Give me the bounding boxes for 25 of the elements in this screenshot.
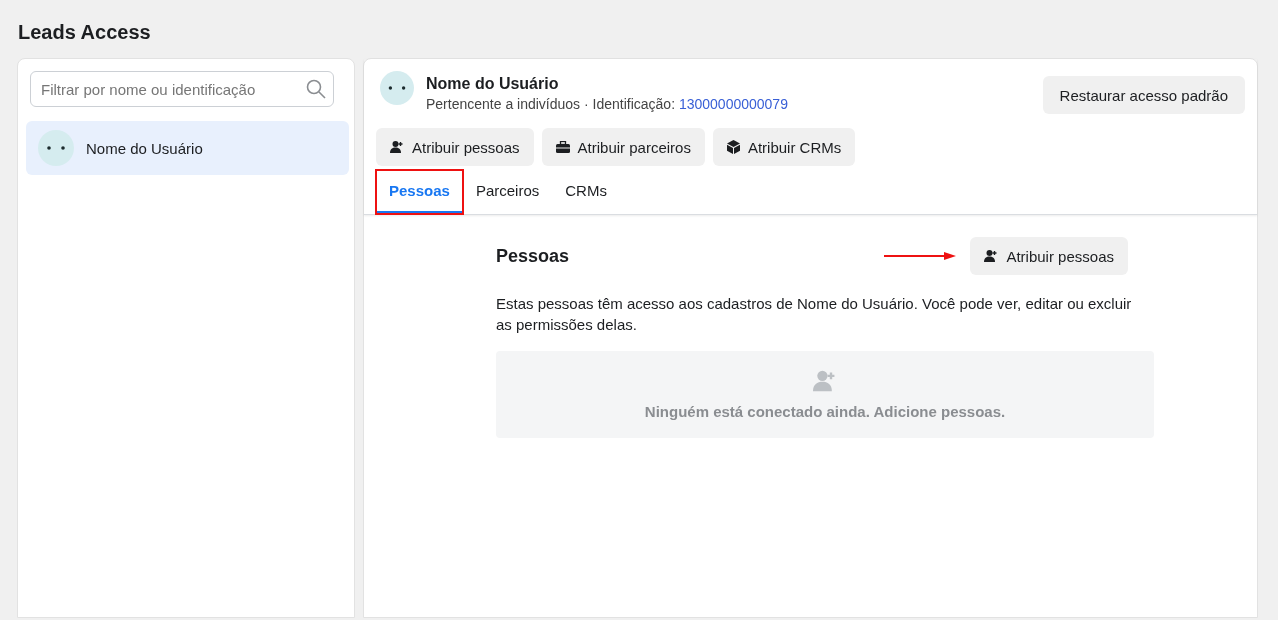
user-subtitle: Pertencente a indivíduos · Identificação: <box>426 96 676 112</box>
assign-button[interactable]: Atribuir parceiros <box>541 128 705 166</box>
cube-icon <box>726 140 740 154</box>
tab[interactable]: CRMs <box>552 170 620 214</box>
person-add-icon <box>813 369 837 393</box>
assign-people-button[interactable]: Atribuir pessoas <box>970 237 1128 275</box>
sidebar-item[interactable]: Nome do Usuário <box>26 121 349 175</box>
page-title: Leads Access <box>17 20 152 45</box>
search-icon <box>306 79 326 99</box>
search-field[interactable]: Filtrar por nome ou identificação <box>30 71 334 107</box>
tab[interactable]: Pessoas <box>376 170 463 214</box>
assign-button[interactable]: Atribuir CRMs <box>712 128 856 166</box>
person-add-icon <box>984 249 999 263</box>
empty-message: Ninguém está conectado ainda. Adicione pessoas. <box>644 403 1006 420</box>
id-link[interactable]: 13000000000079 <box>678 96 788 112</box>
section-description: Estas pessoas têm acesso aos cadastros de Nome do Usuário. Você pode ver, editar ou excluir as permissões delas. <box>496 294 1133 335</box>
assign-button[interactable]: Atribuir pessoas <box>376 128 534 166</box>
briefcase-icon <box>555 141 570 153</box>
avatar <box>380 71 414 105</box>
tab[interactable]: Parceiros <box>462 170 553 214</box>
user-name: Nome do Usuário <box>426 75 560 93</box>
avatar <box>38 130 74 166</box>
section-title: Pessoas <box>496 245 571 267</box>
person-add-icon <box>390 140 404 154</box>
restore-button[interactable]: Restaurar acesso padrão <box>1042 76 1245 114</box>
